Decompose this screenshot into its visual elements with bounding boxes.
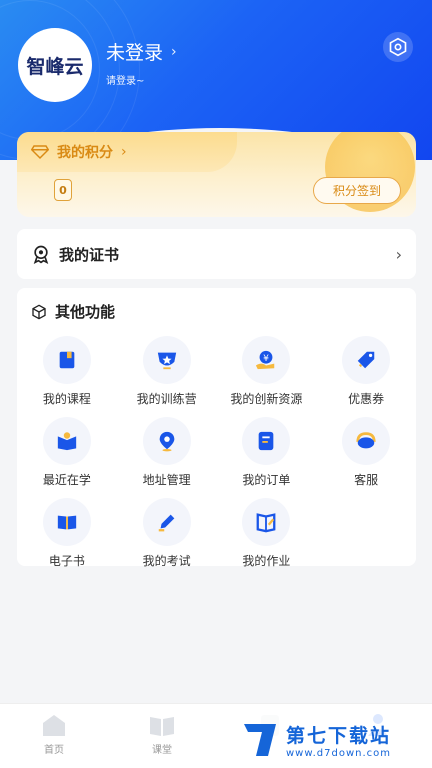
other-functions-card: 其他功能 我的课程 我的训练营 ¥ 我的创新资源 优惠券 最近在学 地址管理 我…: [17, 288, 416, 569]
function-my-courses[interactable]: 我的课程: [17, 336, 117, 407]
function-my-homework[interactable]: 我的作业: [217, 498, 317, 569]
settings-button[interactable]: [383, 32, 413, 62]
home-icon: [43, 715, 65, 736]
function-my-exams[interactable]: 我的考试: [117, 498, 217, 569]
certificate-badge-icon: [33, 245, 49, 264]
function-label: 优惠券: [348, 392, 385, 406]
function-label: 我的考试: [142, 554, 191, 568]
avatar[interactable]: 智峰云: [18, 28, 92, 102]
function-coupons[interactable]: 优惠券: [316, 336, 416, 407]
function-training-camp[interactable]: 我的训练营: [117, 336, 217, 407]
site-watermark: 第七下载站 www.d7down.com: [238, 712, 432, 768]
exam-pen-icon: [158, 514, 174, 532]
chevron-right-icon: ›: [171, 43, 177, 60]
training-camp-icon: [157, 352, 176, 370]
login-hint: 请登录~: [106, 76, 145, 87]
username-label: 未登录: [106, 42, 164, 64]
watermark-title: 第七下载站: [286, 725, 392, 747]
points-link[interactable]: 我的积分 ›: [31, 142, 127, 162]
location-pin-icon: [159, 431, 174, 452]
points-value: 0: [54, 179, 72, 201]
settings-hexagon-icon: [389, 37, 407, 57]
innovation-resource-icon: ¥: [256, 350, 275, 370]
function-recent-study[interactable]: 最近在学: [17, 417, 117, 488]
customer-service-icon: [356, 432, 376, 449]
watermark-url: www.d7down.com: [286, 748, 392, 759]
tab-label: 课堂: [152, 745, 172, 756]
function-label: 电子书: [48, 554, 85, 568]
function-innovation-resources[interactable]: ¥ 我的创新资源: [217, 336, 317, 407]
classroom-book-icon: [150, 717, 174, 736]
function-label: 客服: [354, 473, 379, 487]
function-label: 我的创新资源: [230, 392, 303, 406]
chevron-right-icon: ›: [395, 244, 402, 264]
function-label: 最近在学: [42, 473, 91, 487]
recent-study-icon: [57, 432, 77, 451]
function-label: 我的课程: [42, 392, 91, 406]
chevron-right-icon: ›: [121, 144, 127, 160]
order-list-icon: [259, 431, 274, 451]
function-customer-service[interactable]: 客服: [316, 417, 416, 488]
function-label: 我的作业: [242, 554, 291, 568]
tab-home[interactable]: 首页: [0, 704, 108, 768]
function-address-management[interactable]: 地址管理: [117, 417, 217, 488]
tab-classroom[interactable]: 课堂: [108, 704, 216, 768]
login-link[interactable]: 未登录 ›: [106, 38, 177, 65]
points-card: 我的积分 › 0 积分签到: [17, 132, 416, 217]
course-book-icon: [59, 351, 75, 369]
ebook-icon: [57, 515, 77, 530]
certificate-row[interactable]: 我的证书 ›: [17, 229, 416, 279]
points-title: 我的积分: [57, 145, 113, 161]
homework-icon: [256, 513, 276, 533]
diamond-icon: [31, 145, 49, 160]
avatar-text: 智峰云: [26, 55, 84, 78]
functions-title: 其他功能: [55, 303, 116, 321]
svg-text:¥: ¥: [263, 353, 269, 364]
checkin-button[interactable]: 积分签到: [313, 177, 401, 204]
function-label: 我的订单: [242, 473, 291, 487]
function-label: 我的训练营: [136, 392, 197, 406]
function-my-orders[interactable]: 我的订单: [217, 417, 317, 488]
function-label: 地址管理: [142, 473, 191, 487]
certificate-label: 我的证书: [59, 245, 120, 264]
tab-label: 首页: [44, 745, 64, 756]
coupon-tag-icon: [357, 351, 375, 369]
watermark-logo-icon: [244, 724, 276, 756]
cube-icon: [32, 304, 46, 319]
function-ebooks[interactable]: 电子书: [17, 498, 117, 569]
functions-grid: 我的课程 我的训练营 ¥ 我的创新资源 优惠券 最近在学 地址管理 我的订单 客…: [17, 336, 416, 569]
